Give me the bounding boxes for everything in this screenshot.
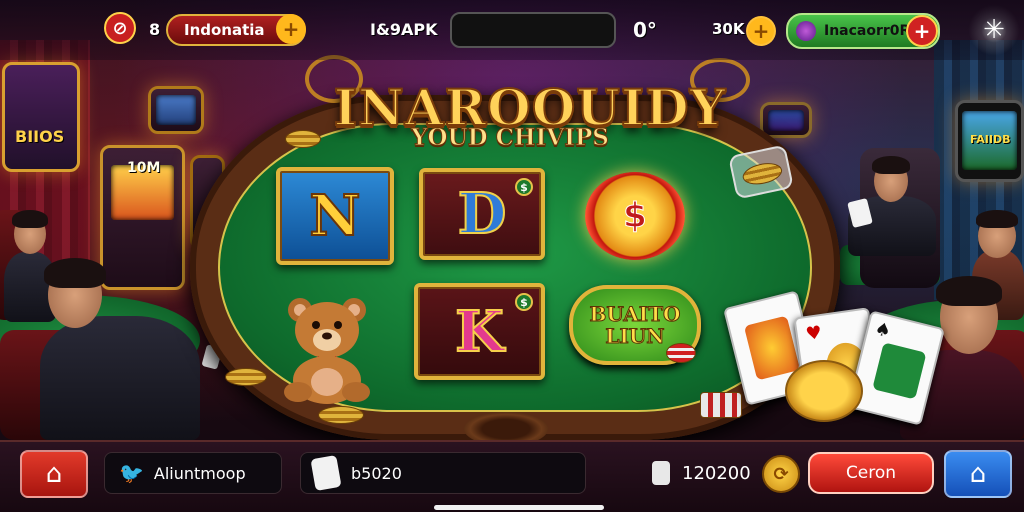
mute-icon[interactable]: ⊘ <box>104 12 136 44</box>
hand-icon <box>310 454 342 492</box>
search-box[interactable] <box>450 12 616 48</box>
region-add-button[interactable]: + <box>276 14 306 44</box>
chip-stack <box>700 392 742 418</box>
right-screen: FAIIDB <box>955 100 1024 182</box>
status-text: 0° <box>633 18 657 42</box>
dollar-badge-icon: $ <box>515 293 533 311</box>
game-tile-d[interactable]: D $ <box>419 168 545 260</box>
dollar-badge-icon: $ <box>515 178 533 196</box>
coins-add-button[interactable]: + <box>746 16 776 46</box>
chip-stack <box>225 368 267 386</box>
gold-coin <box>785 360 863 422</box>
left-sign-machine: BIIOS <box>2 62 80 172</box>
slot-machine-left: 10M <box>100 145 185 290</box>
right-sign-text: FAIIDB <box>970 133 1011 146</box>
profile-add-button[interactable]: + <box>906 15 938 47</box>
game-subtitle: YOUD CHIVIPS <box>411 124 610 152</box>
chat-button[interactable]: b5020 <box>300 452 586 494</box>
home-indicator <box>434 505 604 510</box>
apk-label: I&9APK <box>370 20 438 39</box>
avatar <box>796 21 816 41</box>
social-button[interactable]: 🐦 Aliuntmoop <box>104 452 282 494</box>
chip-stack <box>666 343 696 363</box>
ceron-button[interactable]: Ceron <box>808 452 934 494</box>
bonus-line-1: BUAITO <box>589 302 681 326</box>
coins-text: 30K <box>712 20 745 38</box>
bonus-line-2: LIUN <box>605 324 665 348</box>
chip-stack <box>285 130 321 148</box>
slot-sign-text: 10M <box>127 160 161 176</box>
chip-stack <box>318 406 364 424</box>
level-text: 8 <box>149 20 161 39</box>
sparkle-icon[interactable]: ✳ <box>978 14 1010 46</box>
home-icon[interactable]: ⌂ <box>20 450 88 498</box>
game-tile-n[interactable]: N <box>276 167 394 265</box>
left-sign-text: BIIOS <box>15 127 65 146</box>
slot-machine-back <box>148 86 204 134</box>
twitter-icon: 🐦 <box>119 461 144 485</box>
game-tile-k[interactable]: K $ <box>414 283 545 380</box>
reward-icon <box>652 461 670 485</box>
coin-icon[interactable]: ⟳ <box>762 455 800 493</box>
dollar-coin-button[interactable]: $ <box>585 172 685 260</box>
house-icon[interactable]: ⌂ <box>944 450 1012 498</box>
right-back-sign <box>760 102 812 138</box>
game-screen: BIIOS 10M FAIIDB INAROOUIDY YOUD CHIVIPS… <box>0 0 1024 512</box>
teddy-bear-icon <box>284 298 370 404</box>
